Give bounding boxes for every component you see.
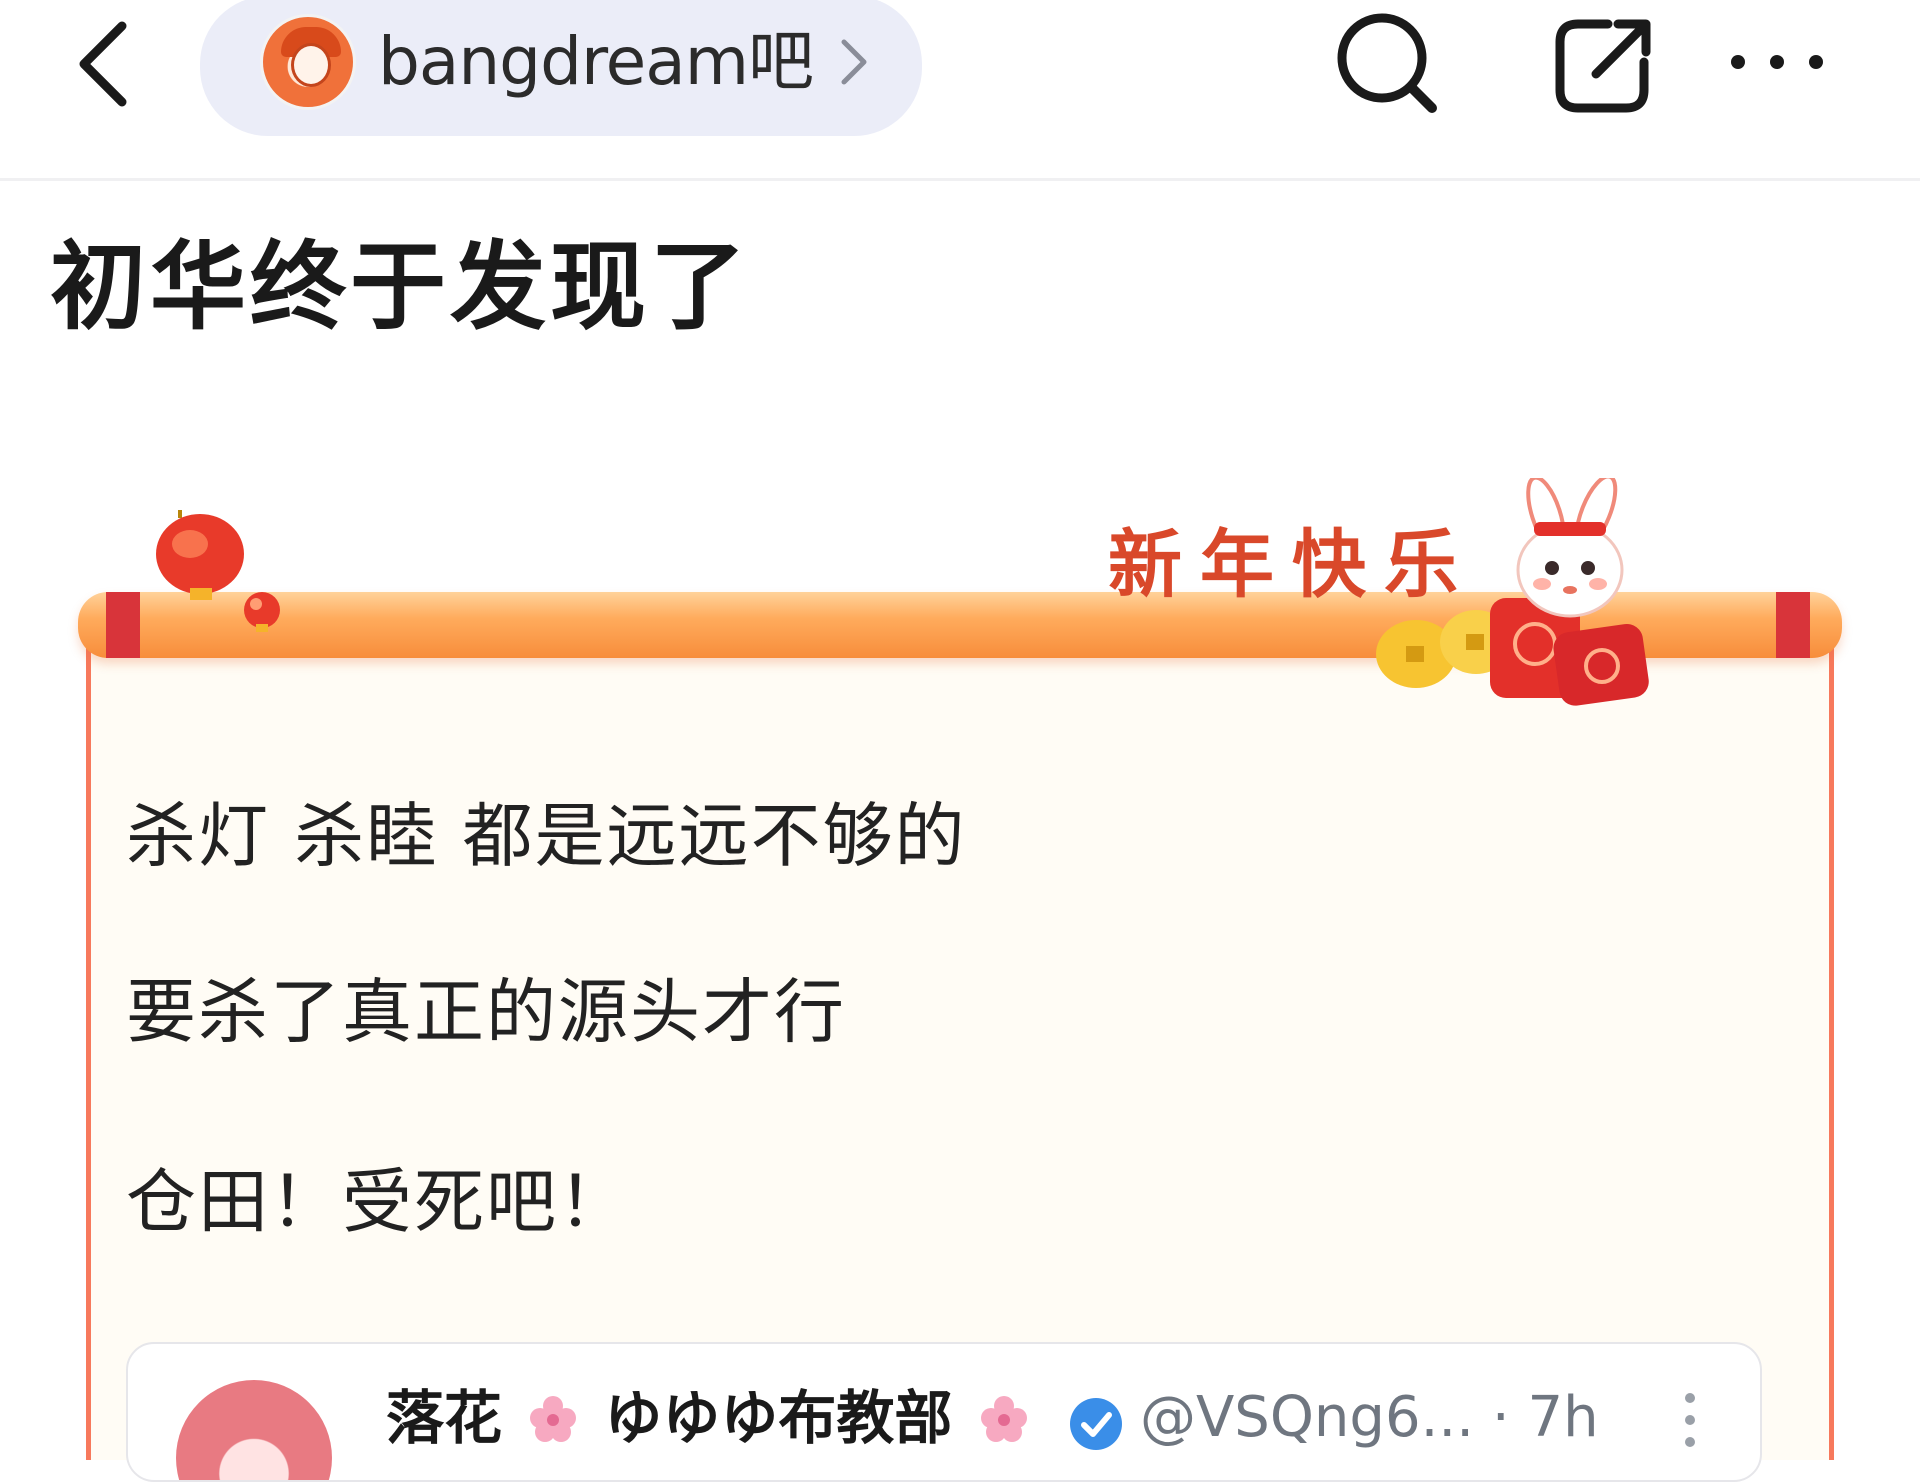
post-line-1: 杀灯 杀睦 都是远远不够的 <box>126 795 967 877</box>
tweet-more-icon[interactable] <box>1676 1380 1704 1460</box>
back-arrow-icon <box>79 21 127 107</box>
post-line-2: 要杀了真正的源头才行 <box>126 971 846 1053</box>
post-line-3: 仓田！受死吧！ <box>126 1161 630 1243</box>
display-name-part-1: 落花 <box>386 1384 503 1452</box>
flower-icon <box>530 1396 577 1442</box>
quoted-tweet-handle: @VSQng6... <box>1140 1385 1475 1450</box>
rod-cap-right <box>1776 592 1810 658</box>
meta-separator: · <box>1491 1385 1510 1450</box>
forum-avatar <box>260 14 356 110</box>
quoted-tweet-time: 7h <box>1527 1385 1599 1450</box>
bunny-icon <box>1376 478 1649 706</box>
flower-icon <box>980 1396 1027 1442</box>
quoted-tweet-meta: @VSQng6... · 7h <box>1140 1378 1599 1458</box>
share-icon <box>1555 19 1651 113</box>
chevron-right-icon <box>841 39 867 85</box>
rod-cap-left <box>106 592 140 658</box>
forum-pill[interactable]: bangdream吧 <box>200 0 922 136</box>
more-icon <box>1731 55 1823 69</box>
topbar-divider <box>0 178 1920 181</box>
post-title: 初华终于发现了 <box>50 231 750 343</box>
top-nav-bar: bangdream吧 <box>0 0 1920 180</box>
quoted-tweet-display-name: 落花 ゆゆゆ布教部 <box>386 1378 1035 1458</box>
display-name-part-2: ゆゆゆ布教部 <box>604 1384 953 1452</box>
quoted-tweet-avatar <box>176 1380 332 1480</box>
forum-name: bangdream吧 <box>378 23 814 100</box>
back-button[interactable] <box>62 8 152 118</box>
share-button[interactable] <box>1552 14 1656 118</box>
lantern-icon <box>156 510 280 632</box>
search-icon <box>1337 13 1437 113</box>
search-button[interactable] <box>1330 6 1442 118</box>
verified-icon <box>1070 1398 1122 1450</box>
quoted-tweet-card[interactable]: 落花 ゆゆゆ布教部 @VSQng6... · 7h <box>126 1342 1762 1482</box>
more-button[interactable] <box>1724 30 1830 94</box>
